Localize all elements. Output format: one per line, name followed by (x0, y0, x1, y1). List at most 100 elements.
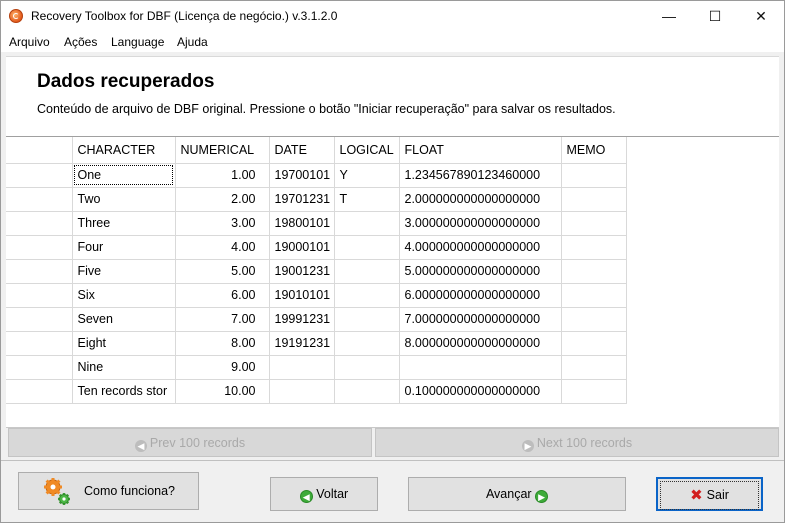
cell-float[interactable]: 4.000000000000000000 (399, 235, 562, 260)
cell-logical[interactable]: T (334, 187, 400, 212)
cell-character[interactable]: One (72, 163, 176, 188)
cell-numerical[interactable]: 5.00 (175, 259, 270, 284)
cell-date[interactable]: 19800101 (269, 211, 335, 236)
table-row[interactable]: Six 6.00 19010101 6.000000000000000000 (6, 283, 627, 308)
cell-float[interactable]: 7.000000000000000000 (399, 307, 562, 332)
cell-float[interactable]: 6.000000000000000000 (399, 283, 562, 308)
table-row[interactable]: Two 2.00 19701231 T 2.000000000000000000 (6, 187, 627, 212)
menu-arquivo[interactable]: Arquivo (9, 35, 50, 49)
cell-character[interactable]: Six (72, 283, 176, 308)
cell-memo[interactable] (561, 331, 627, 356)
table-row[interactable]: Eight 8.00 19191231 8.000000000000000000 (6, 331, 627, 356)
forward-button[interactable]: Avançar ▶ (408, 477, 626, 511)
how-it-works-button[interactable]: Como funciona? (18, 472, 199, 510)
menu-ajuda[interactable]: Ajuda (177, 35, 208, 49)
table-row[interactable]: One 1.00 19700101 Y 1.234567890123460000 (6, 163, 627, 188)
row-header-cell[interactable] (6, 211, 73, 236)
cell-character[interactable]: Four (72, 235, 176, 260)
menu-acoes[interactable]: Ações (64, 35, 97, 49)
cell-memo[interactable] (561, 259, 627, 284)
cell-character[interactable]: Seven (72, 307, 176, 332)
cell-logical[interactable]: Y (334, 163, 400, 188)
cell-float[interactable]: 2.000000000000000000 (399, 187, 562, 212)
row-header-cell[interactable] (6, 235, 73, 260)
cell-character[interactable]: Nine (72, 355, 176, 380)
cell-numerical[interactable]: 2.00 (175, 187, 270, 212)
column-header-character[interactable]: CHARACTER (72, 137, 176, 164)
cell-numerical[interactable]: 9.00 (175, 355, 270, 380)
cell-character[interactable]: Three (72, 211, 176, 236)
cell-date[interactable]: 19000101 (269, 235, 335, 260)
table-row[interactable]: Three 3.00 19800101 3.000000000000000000 (6, 211, 627, 236)
row-header-cell[interactable] (6, 163, 73, 188)
cell-numerical[interactable]: 4.00 (175, 235, 270, 260)
minimize-button[interactable]: — (646, 1, 692, 32)
cell-logical[interactable] (334, 283, 400, 308)
cell-memo[interactable] (561, 307, 627, 332)
cell-memo[interactable] (561, 235, 627, 260)
cell-numerical[interactable]: 6.00 (175, 283, 270, 308)
table-row[interactable]: Nine 9.00 (6, 355, 627, 380)
cell-numerical[interactable]: 8.00 (175, 331, 270, 356)
cell-logical[interactable] (334, 355, 400, 380)
cell-character[interactable]: Ten records stor (72, 379, 176, 404)
cell-logical[interactable] (334, 379, 400, 404)
cell-numerical[interactable]: 3.00 (175, 211, 270, 236)
cell-memo[interactable] (561, 355, 627, 380)
table-row[interactable]: Five 5.00 19001231 5.000000000000000000 (6, 259, 627, 284)
menu-language[interactable]: Language (111, 35, 164, 49)
row-header-cell[interactable] (6, 259, 73, 284)
exit-button[interactable]: ✖ Sair (656, 477, 763, 511)
cell-date[interactable]: 19700101 (269, 163, 335, 188)
cell-float[interactable]: 5.000000000000000000 (399, 259, 562, 284)
prev-records-button[interactable]: ◀ Prev 100 records (8, 428, 372, 457)
cell-date[interactable]: 19001231 (269, 259, 335, 284)
cell-logical[interactable] (334, 331, 400, 356)
cell-float[interactable]: 1.234567890123460000 (399, 163, 562, 188)
title-bar[interactable]: Recovery Toolbox for DBF (Licença de neg… (1, 1, 784, 32)
cell-logical[interactable] (334, 211, 400, 236)
cell-numerical[interactable]: 7.00 (175, 307, 270, 332)
cell-date[interactable]: 19191231 (269, 331, 335, 356)
table-row[interactable]: Four 4.00 19000101 4.000000000000000000 (6, 235, 627, 260)
table-row[interactable]: Seven 7.00 19991231 7.000000000000000000 (6, 307, 627, 332)
cell-float[interactable] (399, 355, 562, 380)
cell-numerical[interactable]: 10.00 (175, 379, 270, 404)
cell-date[interactable] (269, 355, 335, 380)
cell-memo[interactable] (561, 211, 627, 236)
cell-float[interactable]: 0.100000000000000000 (399, 379, 562, 404)
cell-date[interactable]: 19010101 (269, 283, 335, 308)
row-header-cell[interactable] (6, 283, 73, 308)
column-header-memo[interactable]: MEMO (561, 137, 627, 164)
cell-date[interactable]: 19991231 (269, 307, 335, 332)
cell-date[interactable]: 19701231 (269, 187, 335, 212)
data-grid[interactable]: CHARACTER NUMERICAL DATE LOGICAL FLOAT M… (6, 136, 779, 428)
cell-character[interactable]: Two (72, 187, 176, 212)
back-button[interactable]: ◀ Voltar (270, 477, 378, 511)
row-header-cell[interactable] (6, 331, 73, 356)
column-header-float[interactable]: FLOAT (399, 137, 562, 164)
cell-memo[interactable] (561, 379, 627, 404)
row-header-cell[interactable] (6, 307, 73, 332)
column-header-logical[interactable]: LOGICAL (334, 137, 400, 164)
cell-character[interactable]: Five (72, 259, 176, 284)
cell-memo[interactable] (561, 187, 627, 212)
cell-float[interactable]: 3.000000000000000000 (399, 211, 562, 236)
cell-memo[interactable] (561, 163, 627, 188)
cell-character[interactable]: Eight (72, 331, 176, 356)
close-button[interactable]: ✕ (738, 1, 784, 32)
cell-memo[interactable] (561, 283, 627, 308)
table-row[interactable]: Ten records stor 10.00 0.10000000000000000… (6, 379, 627, 404)
maximize-button[interactable]: ☐ (692, 1, 738, 32)
cell-logical[interactable] (334, 259, 400, 284)
cell-date[interactable] (269, 379, 335, 404)
cell-logical[interactable] (334, 307, 400, 332)
cell-logical[interactable] (334, 235, 400, 260)
row-header-cell[interactable] (6, 379, 73, 404)
cell-float[interactable]: 8.000000000000000000 (399, 331, 562, 356)
row-header-cell[interactable] (6, 187, 73, 212)
row-header-cell[interactable] (6, 355, 73, 380)
next-records-button[interactable]: ▶ Next 100 records (375, 428, 779, 457)
column-header-date[interactable]: DATE (269, 137, 335, 164)
records-table[interactable]: CHARACTER NUMERICAL DATE LOGICAL FLOAT M… (6, 137, 627, 404)
